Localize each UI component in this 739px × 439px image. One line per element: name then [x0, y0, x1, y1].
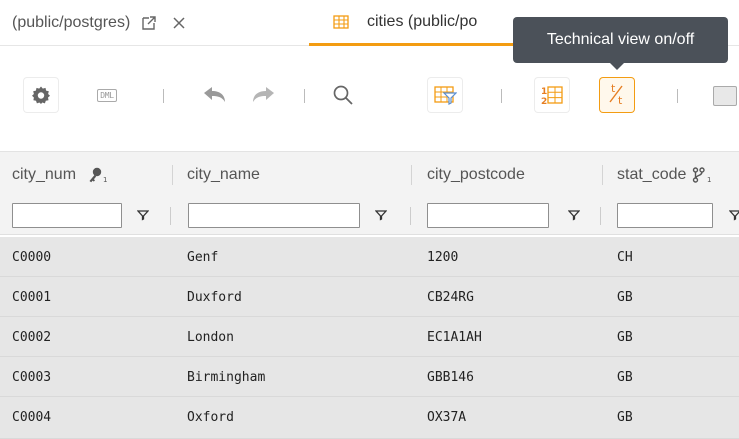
- table-icon: [333, 14, 349, 29]
- tooltip: Technical view on/off: [513, 17, 728, 63]
- cell-city-postcode[interactable]: CB24RG: [427, 277, 474, 317]
- column-header-city-postcode[interactable]: city_postcode: [427, 152, 525, 198]
- filter-input-city-name[interactable]: [188, 203, 360, 228]
- cell-stat-code[interactable]: GB: [617, 317, 633, 357]
- column-header-city-num[interactable]: city_num 1: [12, 152, 110, 198]
- filter-input-city-num[interactable]: [12, 203, 122, 228]
- filter-divider: [410, 207, 411, 225]
- key-index: 1: [103, 176, 107, 183]
- table-row[interactable]: C0004 Oxford OX37A GB: [0, 397, 739, 439]
- cell-stat-code[interactable]: GB: [617, 397, 633, 437]
- technical-view-icon: t t: [609, 82, 623, 107]
- search-icon: [333, 85, 353, 105]
- tab-postgres[interactable]: (public/postgres): [12, 0, 186, 46]
- table-row[interactable]: C0001 Duxford CB24RG GB: [0, 277, 739, 317]
- tooltip-arrow: [610, 63, 624, 70]
- svg-text:1: 1: [541, 87, 547, 97]
- technical-view-toggle[interactable]: t t: [600, 78, 634, 112]
- cell-city-num[interactable]: C0000: [12, 237, 51, 277]
- column-header-city-name[interactable]: city_name: [187, 152, 260, 198]
- grid-header: city_num 1 city_name city_postcode stat_…: [0, 151, 739, 197]
- column-divider: [411, 165, 412, 185]
- undo-button[interactable]: [198, 78, 232, 112]
- foreign-key-icon: 1: [693, 167, 712, 183]
- cell-city-name[interactable]: Genf: [187, 237, 218, 277]
- gear-icon: [32, 86, 50, 104]
- filter-table-button[interactable]: [428, 78, 462, 112]
- filter-row: [0, 197, 739, 235]
- filter-icon[interactable]: [729, 209, 739, 221]
- cell-stat-code[interactable]: GB: [617, 277, 633, 317]
- column-divider: [602, 165, 603, 185]
- separator: [304, 89, 305, 103]
- column-divider: [172, 165, 173, 185]
- settings-button[interactable]: [24, 78, 58, 112]
- tooltip-text: Technical view on/off: [546, 31, 695, 48]
- table-row[interactable]: C0003 Birmingham GBB146 GB: [0, 357, 739, 397]
- fk-index: 1: [707, 176, 711, 183]
- filter-divider: [170, 207, 171, 225]
- search-button[interactable]: [326, 78, 360, 112]
- column-header-label: city_postcode: [427, 166, 525, 183]
- row-numbers-button[interactable]: 1 2: [535, 78, 569, 112]
- filter-icon[interactable]: [375, 209, 387, 221]
- primary-key-icon: 1: [89, 167, 108, 183]
- cell-city-name[interactable]: Birmingham: [187, 357, 265, 397]
- data-grid: city_num 1 city_name city_postcode stat_…: [0, 151, 739, 439]
- filter-input-city-postcode[interactable]: [427, 203, 549, 228]
- redo-button[interactable]: [246, 78, 280, 112]
- cell-stat-code[interactable]: CH: [617, 237, 633, 277]
- partial-icon[interactable]: [713, 86, 737, 106]
- dml-button[interactable]: DML: [90, 78, 124, 112]
- separator: [163, 89, 164, 103]
- column-header-label: stat_code: [617, 166, 687, 183]
- undo-icon: [204, 87, 225, 102]
- column-header-stat-code[interactable]: stat_code 1: [617, 152, 714, 198]
- tab-label: (public/postgres): [12, 14, 131, 31]
- cell-city-num[interactable]: C0001: [12, 277, 51, 317]
- open-external-icon[interactable]: [140, 14, 158, 32]
- cell-city-name[interactable]: London: [187, 317, 234, 357]
- tab-label: cities (public/po: [367, 12, 478, 30]
- dml-icon: DML: [97, 88, 117, 102]
- cell-stat-code[interactable]: GB: [617, 357, 633, 397]
- cell-city-num[interactable]: C0002: [12, 317, 51, 357]
- cell-city-postcode[interactable]: EC1A1AH: [427, 317, 482, 357]
- separator: [677, 89, 678, 103]
- filter-icon[interactable]: [137, 209, 149, 221]
- cell-city-postcode[interactable]: GBB146: [427, 357, 474, 397]
- row-numbers-icon: 1 2: [541, 86, 563, 106]
- table-row[interactable]: C0000 Genf 1200 CH: [0, 237, 739, 277]
- filter-input-stat-code[interactable]: [617, 203, 713, 228]
- column-header-label: city_num: [12, 166, 77, 183]
- filter-icon[interactable]: [568, 209, 580, 221]
- cell-city-num[interactable]: C0004: [12, 397, 51, 437]
- cell-city-name[interactable]: Duxford: [187, 277, 242, 317]
- close-icon[interactable]: [172, 16, 186, 30]
- svg-text:t: t: [611, 82, 616, 95]
- cell-city-num[interactable]: C0003: [12, 357, 51, 397]
- cell-city-name[interactable]: Oxford: [187, 397, 234, 437]
- tab-cities[interactable]: cities (public/po: [309, 0, 513, 46]
- svg-text:2: 2: [541, 97, 547, 106]
- separator: [501, 89, 502, 103]
- table-row[interactable]: C0002 London EC1A1AH GB: [0, 317, 739, 357]
- toolbar: DML 1 2 t t: [0, 70, 739, 122]
- column-header-label: city_name: [187, 166, 260, 183]
- table-filter-icon: [434, 86, 457, 105]
- svg-text:t: t: [618, 94, 623, 107]
- redo-icon: [253, 87, 274, 102]
- cell-city-postcode[interactable]: OX37A: [427, 397, 466, 437]
- filter-divider: [600, 207, 601, 225]
- cell-city-postcode[interactable]: 1200: [427, 237, 458, 277]
